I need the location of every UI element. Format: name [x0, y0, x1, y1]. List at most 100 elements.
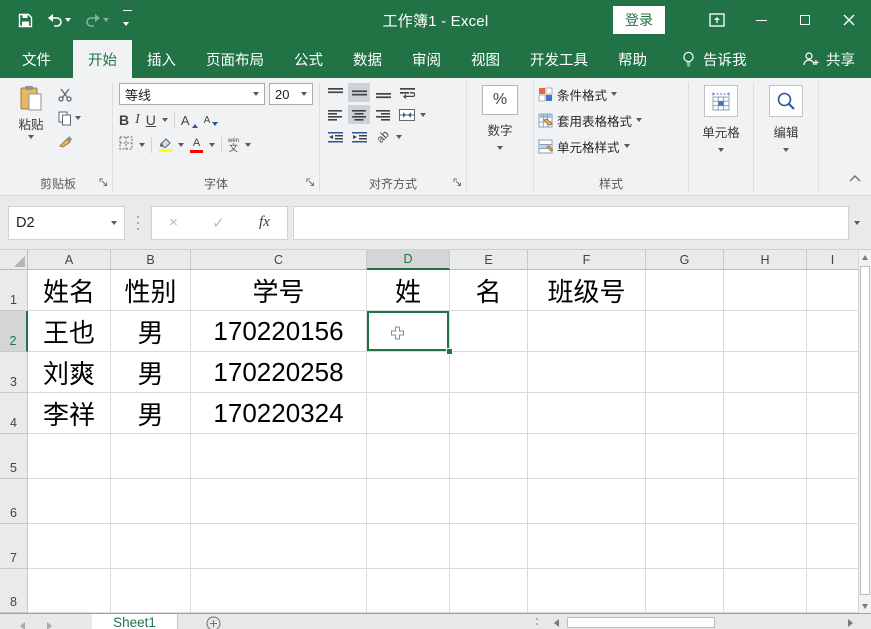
tab-developer[interactable]: 开发工具 — [515, 40, 603, 78]
name-box-dropdown-icon[interactable] — [111, 221, 117, 225]
col-header-C[interactable]: C — [191, 250, 367, 270]
scroll-down-icon[interactable] — [862, 604, 868, 609]
cell-B5[interactable] — [111, 434, 191, 479]
phonetic-dropdown-icon[interactable] — [245, 143, 251, 147]
cell-H4[interactable] — [724, 393, 807, 434]
merge-center-button[interactable] — [396, 105, 418, 124]
cell-H2[interactable] — [724, 311, 807, 352]
cell-A6[interactable] — [28, 479, 111, 524]
save-icon[interactable] — [14, 11, 37, 30]
cell-C1[interactable]: 学号 — [191, 270, 367, 311]
font-color-button[interactable]: A — [190, 138, 203, 153]
cell-E5[interactable] — [450, 434, 528, 479]
underline-button[interactable]: U — [146, 112, 156, 128]
name-box[interactable]: D2 — [8, 206, 125, 240]
editing-dropdown-icon[interactable] — [783, 148, 789, 152]
cells-icon[interactable] — [704, 85, 738, 117]
cell-F5[interactable] — [528, 434, 646, 479]
scroll-left-icon[interactable] — [554, 619, 559, 627]
col-header-D[interactable]: D — [367, 250, 450, 270]
cell-I3[interactable] — [807, 352, 858, 393]
cell-B3[interactable]: 男 — [111, 352, 191, 393]
cell-C3[interactable]: 170220258 — [191, 352, 367, 393]
cell-F8[interactable] — [528, 569, 646, 613]
tab-file[interactable]: 文件 — [0, 40, 73, 78]
col-header-F[interactable]: F — [528, 250, 646, 270]
cell-G8[interactable] — [646, 569, 724, 613]
cell-C6[interactable] — [191, 479, 367, 524]
cell-G1[interactable] — [646, 270, 724, 311]
cell-I4[interactable] — [807, 393, 858, 434]
cell-B4[interactable]: 男 — [111, 393, 191, 434]
minimize-button[interactable] — [739, 0, 783, 40]
cell-C4[interactable]: 170220324 — [191, 393, 367, 434]
cell-H6[interactable] — [724, 479, 807, 524]
cell-H7[interactable] — [724, 524, 807, 569]
cell-D7[interactable] — [367, 524, 450, 569]
row-header-1[interactable]: 1 — [0, 270, 28, 311]
font-size-combo[interactable]: 20 — [269, 83, 313, 105]
cut-button[interactable] — [58, 87, 81, 103]
tab-data[interactable]: 数据 — [338, 40, 397, 78]
font-name-combo[interactable]: 等线 — [119, 83, 265, 105]
close-button[interactable] — [827, 0, 871, 40]
row-header-8[interactable]: 8 — [0, 569, 28, 613]
cell-D4[interactable] — [367, 393, 450, 434]
tab-view[interactable]: 视图 — [456, 40, 515, 78]
cell-E1[interactable]: 名 — [450, 270, 528, 311]
cell-D1[interactable]: 姓 — [367, 270, 450, 311]
cell-F3[interactable] — [528, 352, 646, 393]
editing-icon[interactable] — [769, 85, 803, 117]
customize-qat-icon[interactable] — [119, 8, 136, 33]
increase-font-button[interactable]: A — [181, 113, 198, 128]
tabbar-resize-gripper[interactable] — [536, 618, 538, 620]
cell-E7[interactable] — [450, 524, 528, 569]
alignment-dialog-launcher-icon[interactable] — [453, 174, 462, 192]
new-sheet-button[interactable] — [178, 614, 221, 629]
cell-E8[interactable] — [450, 569, 528, 613]
cell-G6[interactable] — [646, 479, 724, 524]
cell-E2[interactable] — [450, 311, 528, 352]
ribbon-display-options-icon[interactable] — [695, 0, 739, 40]
cell-H3[interactable] — [724, 352, 807, 393]
cell-H5[interactable] — [724, 434, 807, 479]
align-right-button[interactable] — [372, 105, 394, 124]
col-header-I[interactable]: I — [807, 250, 858, 270]
fill-handle[interactable] — [446, 348, 453, 355]
scroll-up-icon[interactable] — [862, 255, 868, 260]
col-header-H[interactable]: H — [724, 250, 807, 270]
collapse-ribbon-icon[interactable] — [849, 169, 861, 187]
tab-page-layout[interactable]: 页面布局 — [191, 40, 279, 78]
phonetic-guide-button[interactable]: wén 文 — [228, 138, 239, 153]
font-color-dropdown-icon[interactable] — [209, 143, 215, 147]
cell-G7[interactable] — [646, 524, 724, 569]
wrap-text-button[interactable] — [396, 83, 418, 102]
col-header-E[interactable]: E — [450, 250, 528, 270]
formula-input[interactable] — [293, 206, 849, 240]
cell-D2-selected[interactable] — [367, 311, 450, 352]
cell-A4[interactable]: 李祥 — [28, 393, 111, 434]
row-header-7[interactable]: 7 — [0, 524, 28, 569]
copy-button[interactable] — [58, 110, 81, 126]
cell-A1[interactable]: 姓名 — [28, 270, 111, 311]
tab-home[interactable]: 开始 — [73, 40, 132, 78]
cancel-entry-icon[interactable]: × — [169, 214, 178, 231]
align-center-button[interactable] — [348, 105, 370, 124]
prev-sheet-icon[interactable] — [20, 622, 25, 629]
merge-dropdown-icon[interactable] — [420, 113, 426, 117]
cell-B6[interactable] — [111, 479, 191, 524]
cell-G3[interactable] — [646, 352, 724, 393]
cell-I1[interactable] — [807, 270, 858, 311]
sheet-tab-sheet1[interactable]: Sheet1 — [92, 614, 178, 629]
group-editing[interactable]: 编辑 — [754, 78, 818, 195]
tab-help[interactable]: 帮助 — [603, 40, 662, 78]
decrease-font-button[interactable]: A — [204, 115, 219, 126]
enter-entry-icon[interactable]: ✓ — [212, 214, 225, 232]
redo-icon[interactable] — [81, 12, 113, 29]
cell-F4[interactable] — [528, 393, 646, 434]
decrease-indent-button[interactable] — [324, 127, 346, 146]
align-bottom-button[interactable] — [372, 83, 394, 102]
cell-F1[interactable]: 班级号 — [528, 270, 646, 311]
tab-review[interactable]: 审阅 — [397, 40, 456, 78]
font-dialog-launcher-icon[interactable] — [306, 174, 315, 192]
